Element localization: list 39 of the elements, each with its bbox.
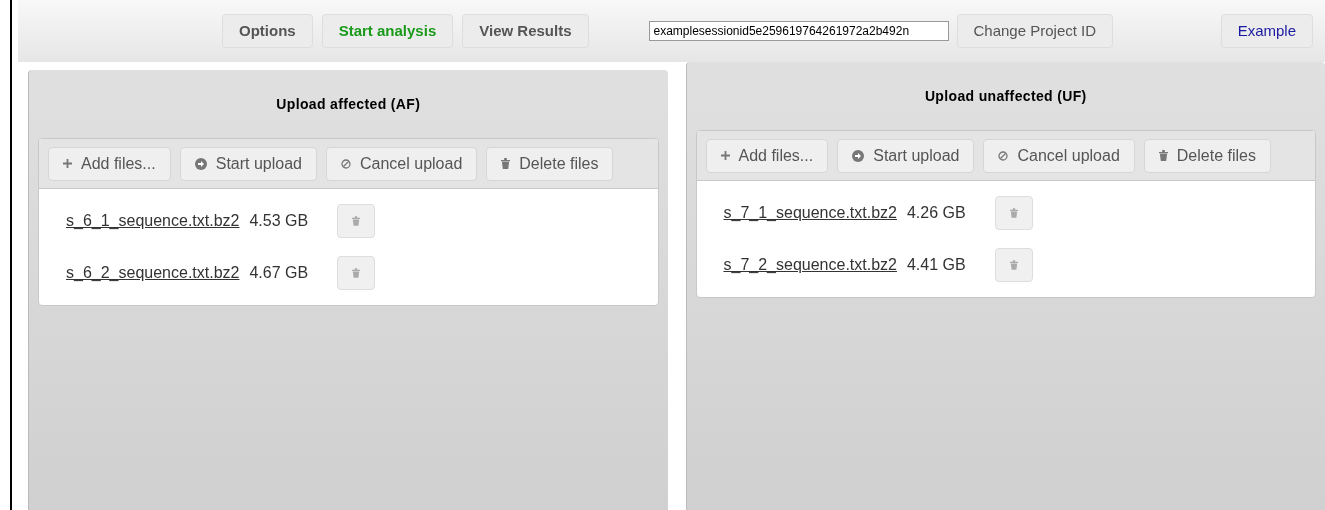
trash-icon bbox=[1009, 208, 1018, 218]
delete-button[interactable] bbox=[994, 196, 1033, 230]
panel-title: Upload unaffected (UF) bbox=[923, 86, 1088, 106]
cancel-icon bbox=[341, 158, 351, 169]
toolbar-button[interactable]: Add files... bbox=[48, 146, 171, 181]
file-link[interactable]: s_7_2_sequence.txt.bz2 bbox=[723, 253, 897, 277]
project-id-field[interactable]: examplesessionid5e259619764261972a2b492n bbox=[648, 21, 949, 41]
delete-button[interactable] bbox=[337, 256, 376, 290]
plus-icon bbox=[720, 151, 730, 160]
trash-icon bbox=[1009, 260, 1018, 270]
trash-icon bbox=[501, 158, 511, 169]
nav-button[interactable]: Options bbox=[222, 14, 313, 48]
trash-icon bbox=[352, 216, 361, 226]
file-size: 4.53 GB bbox=[249, 211, 310, 231]
trash-icon bbox=[1158, 150, 1168, 161]
delete-button[interactable] bbox=[994, 248, 1033, 282]
nav-button[interactable]: View Results bbox=[462, 14, 589, 48]
toolbar-button[interactable]: Cancel upload bbox=[326, 146, 478, 181]
example-button[interactable]: Example bbox=[1220, 14, 1313, 48]
file-size: 4.41 GB bbox=[906, 255, 967, 275]
arrow-circle-icon bbox=[194, 157, 207, 170]
toolbar-button[interactable]: Delete files bbox=[1143, 138, 1271, 173]
cancel-icon bbox=[998, 150, 1009, 161]
panel-title: Upload affected (AF) bbox=[275, 94, 422, 114]
delete-button[interactable] bbox=[337, 204, 376, 238]
file-size: 4.26 GB bbox=[906, 203, 967, 223]
arrow-circle-icon bbox=[852, 149, 865, 162]
toolbar-button[interactable]: Start upload bbox=[179, 146, 317, 181]
file-size: 4.67 GB bbox=[249, 263, 310, 283]
file-link[interactable]: s_6_1_sequence.txt.bz2 bbox=[66, 209, 240, 233]
toolbar-button[interactable]: Add files... bbox=[705, 138, 829, 173]
plus-icon bbox=[63, 159, 72, 168]
change-project-id-button[interactable]: Change Project ID bbox=[956, 14, 1114, 48]
trash-icon bbox=[352, 268, 361, 278]
file-link[interactable]: s_7_1_sequence.txt.bz2 bbox=[723, 201, 897, 225]
toolbar-button[interactable]: Start upload bbox=[837, 138, 975, 173]
file-link[interactable]: s_6_2_sequence.txt.bz2 bbox=[66, 261, 240, 285]
toolbar-button[interactable]: Cancel upload bbox=[983, 138, 1135, 173]
toolbar-button[interactable]: Delete files bbox=[486, 146, 614, 181]
